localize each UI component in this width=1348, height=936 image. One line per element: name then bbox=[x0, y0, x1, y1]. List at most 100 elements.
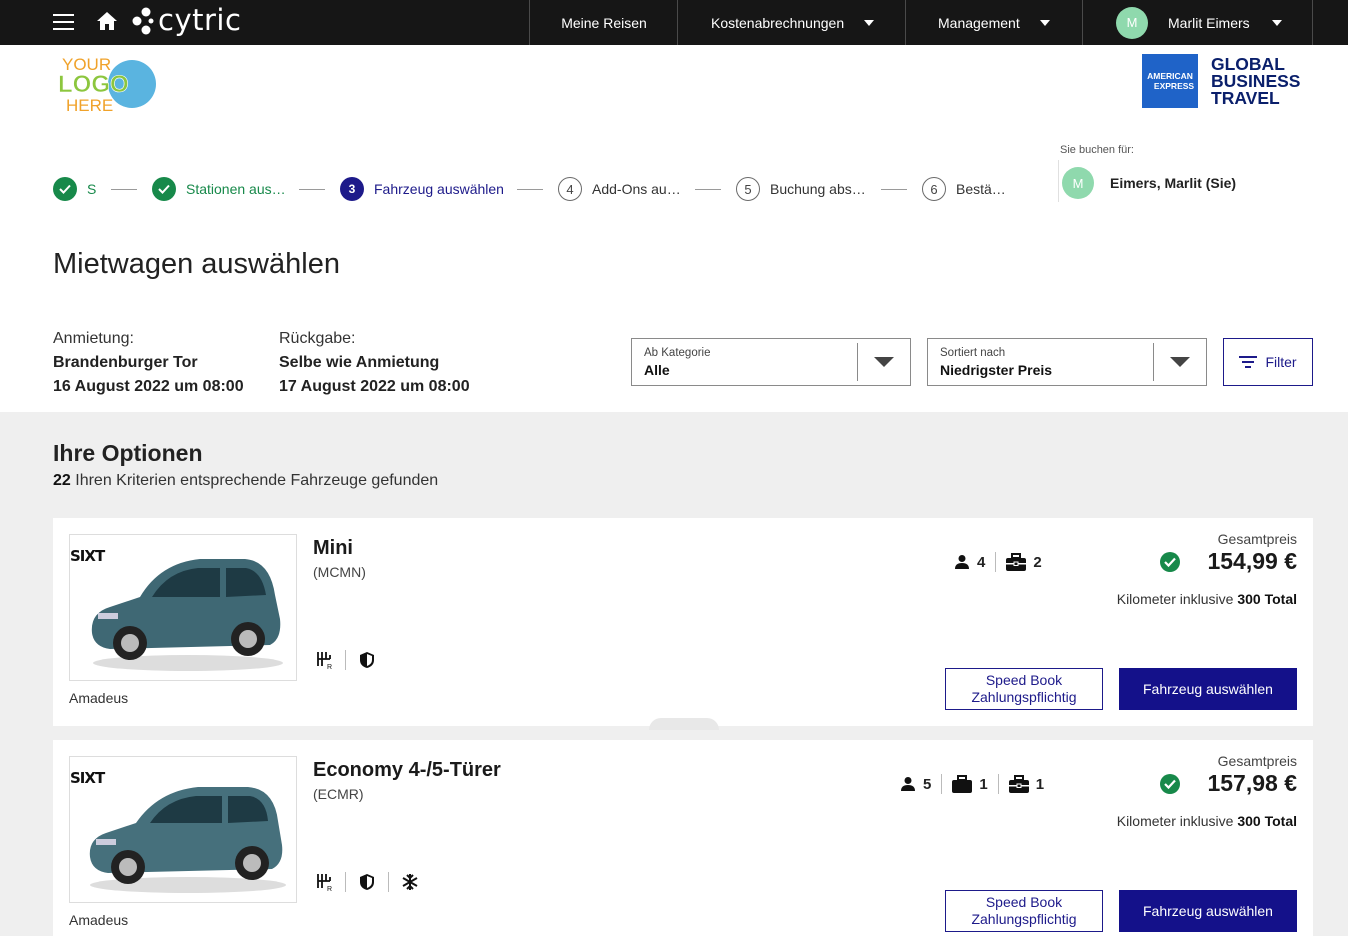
vendor-logo: SIXT bbox=[70, 547, 105, 565]
manual-transmission-icon: R bbox=[315, 651, 333, 669]
filter-icon bbox=[1239, 356, 1258, 368]
passengers: 4 bbox=[954, 554, 985, 571]
passenger-count: 5 bbox=[923, 775, 932, 793]
car-capacity: 5 1 1 bbox=[900, 774, 1044, 794]
step-3: 3 Fahrzeug auswählen bbox=[340, 176, 504, 202]
check-icon bbox=[53, 177, 77, 201]
small-bag-count: 1 bbox=[1035, 775, 1045, 793]
step-number: 3 bbox=[340, 177, 364, 201]
step-1[interactable]: S bbox=[53, 176, 96, 202]
svg-text:LOGO: LOGO bbox=[58, 71, 129, 98]
divider bbox=[941, 774, 943, 794]
nav-meine-reisen[interactable]: Meine Reisen bbox=[529, 0, 678, 45]
car-features: R bbox=[315, 650, 376, 670]
passengers: 5 bbox=[900, 776, 931, 793]
step-connector bbox=[695, 189, 721, 190]
step-number: 5 bbox=[736, 177, 760, 201]
pickup-info: Anmietung: Brandenburger Tor 16 August 2… bbox=[53, 327, 244, 399]
select-value: Niedrigster Preis bbox=[940, 362, 1053, 378]
cytric-logo-icon bbox=[132, 7, 154, 35]
svg-text:HERE: HERE bbox=[66, 96, 113, 114]
car-code: (MCMN) bbox=[313, 564, 366, 580]
hamburger-menu-icon[interactable] bbox=[53, 14, 74, 30]
large-bags: 1 bbox=[952, 775, 988, 793]
page-title: Mietwagen auswählen bbox=[53, 248, 340, 280]
category-select[interactable]: Ab Kategorie Alle bbox=[631, 338, 911, 386]
step-label: Fahrzeug auswählen bbox=[374, 181, 504, 197]
passenger-count: 4 bbox=[977, 553, 986, 571]
booking-for-traveler: M Eimers, Marlit (Sie) bbox=[1062, 167, 1236, 199]
chevron-down-icon bbox=[1039, 19, 1050, 26]
step-label: Bestä… bbox=[956, 181, 1006, 197]
briefcase-icon bbox=[1008, 775, 1029, 793]
car-image: SIXT bbox=[69, 756, 297, 903]
nav-user-menu[interactable]: M Marlit Eimers bbox=[1082, 0, 1313, 45]
snowflake-icon bbox=[401, 873, 419, 891]
company-logo: YOUR LOGO HERE bbox=[58, 55, 156, 114]
step-connector bbox=[111, 189, 137, 190]
car-result-card: SIXT Amadeus Mini (MCMN) R 4 2 Gesamtpre… bbox=[53, 518, 1313, 726]
avatar: M bbox=[1116, 6, 1148, 39]
shield-icon bbox=[358, 651, 376, 669]
mileage-info: Kilometer inklusive 300 Total bbox=[1116, 813, 1297, 829]
car-features: R bbox=[315, 872, 419, 892]
sort-select[interactable]: Sortiert nach Niedrigster Preis bbox=[927, 338, 1207, 386]
small-bags: 1 bbox=[1008, 775, 1045, 793]
divider bbox=[345, 650, 346, 670]
traveler-name: Eimers, Marlit (Sie) bbox=[1110, 175, 1237, 191]
car-category: Mini bbox=[313, 537, 353, 559]
manual-transmission-icon: R bbox=[315, 873, 333, 891]
pickup-location: Brandenburger Tor bbox=[53, 354, 198, 371]
select-value: Alle bbox=[644, 362, 670, 378]
divider bbox=[997, 774, 999, 794]
nav-kostenabrechnungen[interactable]: Kostenabrechnungen bbox=[677, 0, 906, 45]
suitcase-icon bbox=[952, 775, 973, 793]
pickup-datetime: 16 August 2022 um 08:00 bbox=[53, 378, 244, 395]
select-vehicle-button[interactable]: Fahrzeug auswählen bbox=[1119, 890, 1297, 932]
chevron-down-icon bbox=[874, 357, 894, 367]
select-label: Ab Kategorie bbox=[644, 347, 711, 359]
step-label: Buchung abs… bbox=[770, 181, 866, 197]
pickup-label: Anmietung: bbox=[53, 330, 134, 347]
chevron-down-icon bbox=[1271, 19, 1282, 26]
filter-button[interactable]: Filter bbox=[1223, 338, 1313, 386]
briefcase-icon bbox=[1006, 553, 1027, 571]
dropoff-label: Rückgabe: bbox=[279, 330, 356, 347]
step-label: Stationen aus… bbox=[186, 181, 286, 197]
divider bbox=[1153, 343, 1154, 381]
home-icon[interactable] bbox=[96, 11, 118, 31]
step-2[interactable]: Stationen aus… bbox=[152, 176, 286, 202]
select-vehicle-button[interactable]: Fahrzeug auswählen bbox=[1119, 668, 1297, 710]
check-circle-icon bbox=[1160, 552, 1180, 572]
step-connector bbox=[881, 189, 907, 190]
amex-gbt-logo: AMERICAN EXPRESS GLOBAL BUSINESS TRAVEL bbox=[1142, 54, 1300, 108]
chevron-down-icon bbox=[864, 19, 875, 26]
total-price: 154,99 € bbox=[1207, 548, 1297, 574]
brand-name[interactable]: cytric bbox=[158, 3, 241, 37]
divider bbox=[995, 552, 997, 572]
person-icon bbox=[955, 555, 969, 569]
car-code: (ECMR) bbox=[313, 786, 364, 802]
car-capacity: 4 2 bbox=[954, 552, 1042, 572]
divider bbox=[345, 872, 346, 892]
speed-book-button[interactable]: Speed Book Zahlungspflichtig bbox=[945, 890, 1103, 932]
speed-book-button[interactable]: Speed Book Zahlungspflichtig bbox=[945, 668, 1103, 710]
results-count: 22 Ihren Kriterien entsprechende Fahrzeu… bbox=[53, 472, 438, 490]
step-connector bbox=[517, 189, 543, 190]
total-price: 157,98 € bbox=[1207, 770, 1297, 796]
nav-management[interactable]: Management bbox=[905, 0, 1083, 45]
car-category: Economy 4-/5-Türer bbox=[313, 759, 501, 781]
avatar: M bbox=[1062, 167, 1094, 199]
svg-text:TRAVEL: TRAVEL bbox=[1211, 88, 1280, 108]
user-name: Marlit Eimers bbox=[1168, 14, 1250, 31]
dropoff-datetime: 17 August 2022 um 08:00 bbox=[279, 378, 470, 395]
nav-label: Meine Reisen bbox=[561, 14, 647, 31]
step-connector bbox=[299, 189, 325, 190]
step-6: 6 Bestä… bbox=[922, 176, 1006, 202]
svg-text:AMERICAN: AMERICAN bbox=[1147, 71, 1193, 81]
provider-name: Amadeus bbox=[69, 912, 129, 928]
count-text: Ihren Kriterien entsprechende Fahrzeuge … bbox=[70, 472, 439, 489]
booking-for-label: Sie buchen für: bbox=[1060, 144, 1134, 156]
divider bbox=[1058, 160, 1059, 202]
car-image: SIXT bbox=[69, 534, 297, 681]
